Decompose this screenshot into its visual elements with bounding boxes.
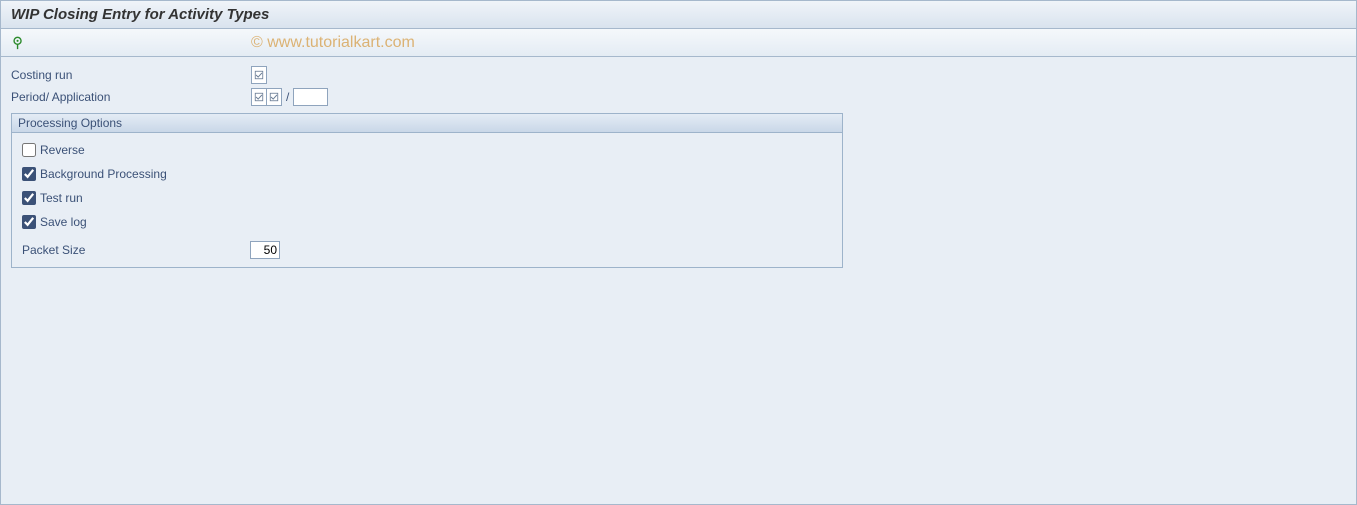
- background-processing-checkbox[interactable]: [22, 167, 36, 181]
- period-input-2[interactable]: [266, 88, 282, 106]
- row-background: Background Processing: [22, 165, 832, 183]
- row-period-application: Period/ Application /: [11, 87, 1346, 107]
- row-savelog: Save log: [22, 213, 832, 231]
- watermark-text: © www.tutorialkart.com: [251, 34, 415, 52]
- app-window: WIP Closing Entry for Activity Types © w…: [0, 0, 1357, 505]
- toolbar: © www.tutorialkart.com: [1, 29, 1356, 57]
- reverse-checkbox[interactable]: [22, 143, 36, 157]
- period-app-input-group: /: [251, 88, 328, 106]
- test-run-label: Test run: [40, 191, 83, 205]
- row-testrun: Test run: [22, 189, 832, 207]
- packet-size-label: Packet Size: [22, 243, 250, 257]
- execute-icon[interactable]: [11, 36, 25, 50]
- application-input[interactable]: [293, 88, 328, 106]
- page-title: WIP Closing Entry for Activity Types: [11, 6, 269, 23]
- test-run-checkbox[interactable]: [22, 191, 36, 205]
- content-area: Costing run Period/ Application / Proces…: [1, 57, 1356, 276]
- period-separator: /: [286, 90, 289, 104]
- title-bar: WIP Closing Entry for Activity Types: [1, 1, 1356, 29]
- costing-run-input[interactable]: [251, 66, 267, 84]
- row-reverse: Reverse: [22, 141, 832, 159]
- save-log-label: Save log: [40, 215, 87, 229]
- packet-size-input[interactable]: [250, 241, 280, 259]
- processing-options-title: Processing Options: [12, 114, 842, 133]
- period-app-label: Period/ Application: [11, 90, 251, 104]
- save-log-checkbox[interactable]: [22, 215, 36, 229]
- row-costing-run: Costing run: [11, 65, 1346, 85]
- row-packet-size: Packet Size: [22, 241, 832, 259]
- period-input[interactable]: [251, 88, 267, 106]
- processing-options-group: Processing Options Reverse Background Pr…: [11, 113, 843, 268]
- background-processing-label: Background Processing: [40, 167, 167, 181]
- costing-run-label: Costing run: [11, 68, 251, 82]
- reverse-label: Reverse: [40, 143, 85, 157]
